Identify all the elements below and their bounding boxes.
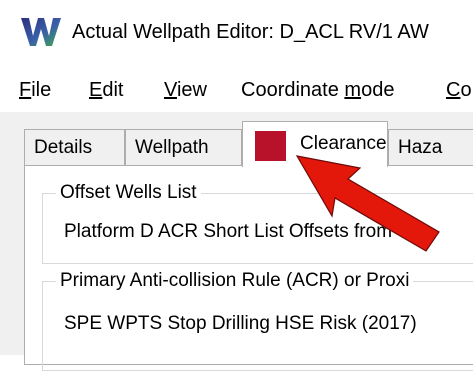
offset-wells-title: Offset Wells List bbox=[56, 181, 201, 205]
menu-edit-accelerator: E bbox=[89, 79, 103, 101]
menu-file-accelerator: F bbox=[19, 79, 32, 101]
menu-view-label: iew bbox=[176, 79, 207, 101]
tab-wellpath-label: Wellpath bbox=[135, 137, 209, 158]
menu-file[interactable]: File bbox=[19, 78, 51, 102]
menu-bar bbox=[0, 64, 473, 113]
menu-coordinate-mode[interactable]: Coordinate mode bbox=[241, 78, 394, 102]
menu-co-label: o bbox=[460, 79, 472, 101]
tab-wellpath[interactable]: Wellpath bbox=[125, 129, 242, 166]
menu-view[interactable]: View bbox=[164, 78, 207, 102]
menu-coordinate-mode-prefix: Coordinate bbox=[241, 79, 345, 101]
menu-view-accelerator: V bbox=[164, 79, 177, 101]
tab-details-label: Details bbox=[34, 137, 93, 158]
window-title: Actual Wellpath Editor: D_ACL RV/1 AW bbox=[72, 21, 429, 43]
menu-coordinate-mode-accelerator: m bbox=[344, 79, 362, 101]
menu-edit[interactable]: Edit bbox=[89, 78, 123, 102]
menu-edit-label: dit bbox=[102, 79, 124, 101]
annotation-arrow-icon bbox=[295, 155, 440, 252]
tab-details[interactable]: Details bbox=[24, 129, 125, 166]
menu-coordinate-mode-label: ode bbox=[361, 79, 395, 101]
anti-collision-rule-value[interactable]: SPE WPTS Stop Drilling HSE Risk (2017) bbox=[64, 312, 417, 336]
menu-file-label: ile bbox=[31, 79, 52, 101]
menu-co-accelerator: C bbox=[446, 79, 461, 101]
anti-collision-rule-title: Primary Anti-collision Rule (ACR) or Pro… bbox=[56, 269, 414, 293]
menu-co[interactable]: Co bbox=[446, 78, 472, 102]
app-logo-icon bbox=[21, 18, 61, 46]
